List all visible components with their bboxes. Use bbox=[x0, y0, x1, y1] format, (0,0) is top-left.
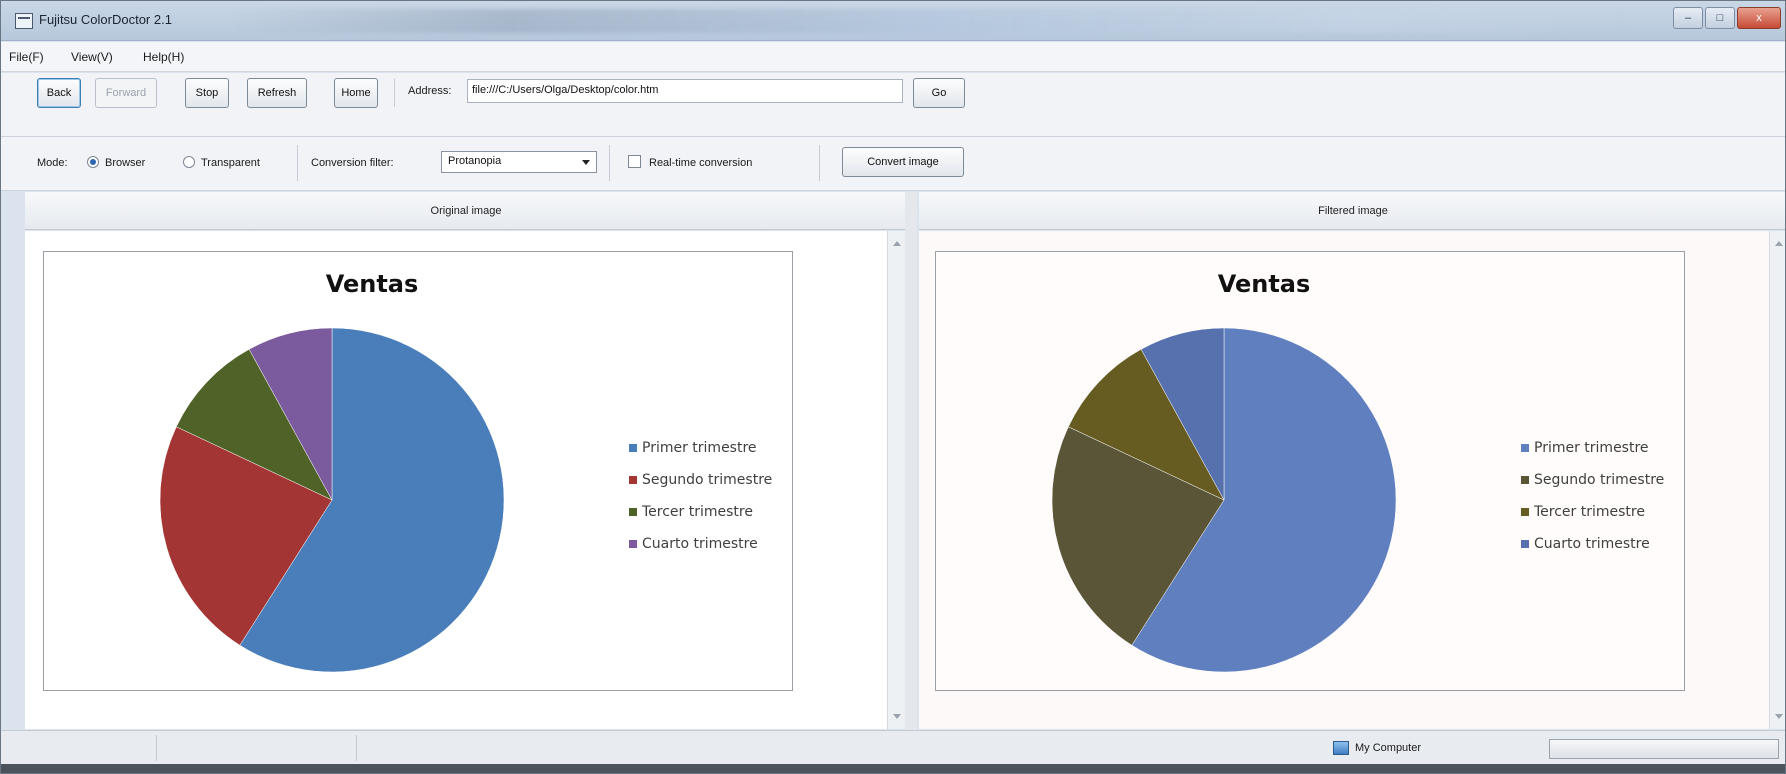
status-cell bbox=[157, 735, 357, 761]
original-image-header: Original image bbox=[25, 192, 907, 230]
original-image-pane: Ventas Primer trimestre Segundo trimestre T… bbox=[25, 231, 887, 729]
progress-bar bbox=[1549, 739, 1779, 759]
legend-swatch bbox=[1521, 540, 1529, 548]
chart-title: Ventas bbox=[1218, 270, 1311, 298]
taskbar-edge bbox=[1, 764, 1785, 773]
original-chart: Ventas Primer trimestre Segundo trimestre T… bbox=[43, 251, 793, 691]
status-bar: My Computer bbox=[1, 730, 1785, 764]
home-button[interactable]: Home bbox=[334, 78, 378, 108]
panel-splitter[interactable] bbox=[905, 192, 917, 730]
refresh-button[interactable]: Refresh bbox=[247, 78, 307, 108]
go-button[interactable]: Go bbox=[913, 78, 965, 108]
legend-swatch bbox=[629, 476, 637, 484]
legend-label: Primer trimestre bbox=[1534, 440, 1649, 456]
conversion-filter-value: Protanopia bbox=[448, 155, 502, 167]
legend-label: Cuarto trimestre bbox=[642, 536, 758, 552]
realtime-conversion-checkbox[interactable] bbox=[628, 155, 641, 168]
filtered-chart: Ventas Primer trimestre Segundo trimestre T… bbox=[935, 251, 1685, 691]
legend-swatch bbox=[1521, 444, 1529, 452]
legend-label: Tercer trimestre bbox=[1533, 504, 1645, 520]
chevron-down-icon bbox=[582, 160, 590, 165]
computer-icon bbox=[1333, 741, 1349, 755]
navigation-toolbar: Back Forward Stop Refresh Home Address: … bbox=[1, 73, 1785, 137]
options-toolbar: Mode: Browser Transparent Conversion fil… bbox=[1, 137, 1785, 191]
options-separator bbox=[297, 145, 298, 181]
close-button[interactable]: x bbox=[1737, 7, 1781, 29]
options-separator-2 bbox=[609, 145, 610, 181]
legend-label: Tercer trimestre bbox=[641, 504, 753, 520]
filtered-scrollbar[interactable] bbox=[1769, 231, 1785, 729]
menu-file[interactable]: File(F) bbox=[9, 50, 44, 64]
window-title: Fujitsu ColorDoctor 2.1 bbox=[39, 12, 172, 27]
title-bar-background bbox=[231, 9, 1631, 33]
legend-swatch bbox=[1521, 476, 1529, 484]
legend-swatch bbox=[1521, 508, 1529, 516]
convert-image-button[interactable]: Convert image bbox=[842, 147, 964, 177]
scroll-down-icon[interactable] bbox=[1775, 714, 1783, 719]
original-pie-chart: Ventas Primer trimestre Segundo trimestre T… bbox=[159, 270, 772, 673]
menu-view[interactable]: View(V) bbox=[71, 50, 113, 64]
legend-swatch bbox=[629, 540, 637, 548]
conversion-filter-select[interactable]: Protanopia bbox=[441, 151, 597, 173]
window-controls: – □ x bbox=[1673, 7, 1781, 29]
status-cell bbox=[1, 735, 157, 761]
legend-swatch bbox=[629, 444, 637, 452]
legend-swatch bbox=[629, 508, 637, 516]
app-window: Fujitsu ColorDoctor 2.1 – □ x File(F) Vi… bbox=[0, 0, 1786, 774]
mode-browser-radio[interactable] bbox=[87, 156, 99, 168]
mode-browser-label[interactable]: Browser bbox=[105, 157, 145, 169]
legend-label: Segundo trimestre bbox=[1534, 472, 1664, 488]
legend-label: Cuarto trimestre bbox=[1534, 536, 1650, 552]
original-scrollbar[interactable] bbox=[887, 231, 905, 729]
legend-label: Primer trimestre bbox=[642, 440, 757, 456]
filtered-image-header: Filtered image bbox=[919, 192, 1785, 230]
minimize-button[interactable]: – bbox=[1673, 7, 1703, 29]
stop-button[interactable]: Stop bbox=[185, 78, 229, 108]
mode-transparent-label[interactable]: Transparent bbox=[201, 157, 260, 169]
mode-label: Mode: bbox=[37, 157, 68, 169]
security-zone-label: My Computer bbox=[1355, 742, 1422, 754]
chart-title: Ventas bbox=[326, 270, 419, 298]
legend-label: Segundo trimestre bbox=[642, 472, 772, 488]
mode-transparent-radio[interactable] bbox=[183, 156, 195, 168]
back-button[interactable]: Back bbox=[37, 78, 81, 108]
menu-help[interactable]: Help(H) bbox=[143, 50, 184, 64]
menu-bar: File(F) View(V) Help(H) bbox=[1, 42, 1785, 72]
options-separator-3 bbox=[819, 145, 820, 181]
address-input[interactable]: file:///C:/Users/Olga/Desktop/color.htm bbox=[467, 79, 903, 103]
conversion-filter-label: Conversion filter: bbox=[311, 157, 394, 169]
address-label: Address: bbox=[408, 85, 452, 97]
toolbar-separator bbox=[394, 79, 395, 107]
maximize-button[interactable]: □ bbox=[1705, 7, 1735, 29]
realtime-conversion-label[interactable]: Real-time conversion bbox=[649, 157, 752, 169]
filtered-image-pane: Ventas Primer trimestre Segundo trimestre T… bbox=[919, 231, 1769, 729]
scroll-up-icon[interactable] bbox=[1775, 241, 1783, 246]
app-icon bbox=[15, 13, 33, 29]
scroll-down-icon[interactable] bbox=[893, 714, 901, 719]
title-bar[interactable]: Fujitsu ColorDoctor 2.1 – □ x bbox=[1, 1, 1785, 41]
filtered-pie-chart: Ventas Primer trimestre Segundo trimestre T… bbox=[1051, 270, 1664, 673]
forward-button[interactable]: Forward bbox=[95, 78, 157, 108]
scroll-up-icon[interactable] bbox=[893, 241, 901, 246]
